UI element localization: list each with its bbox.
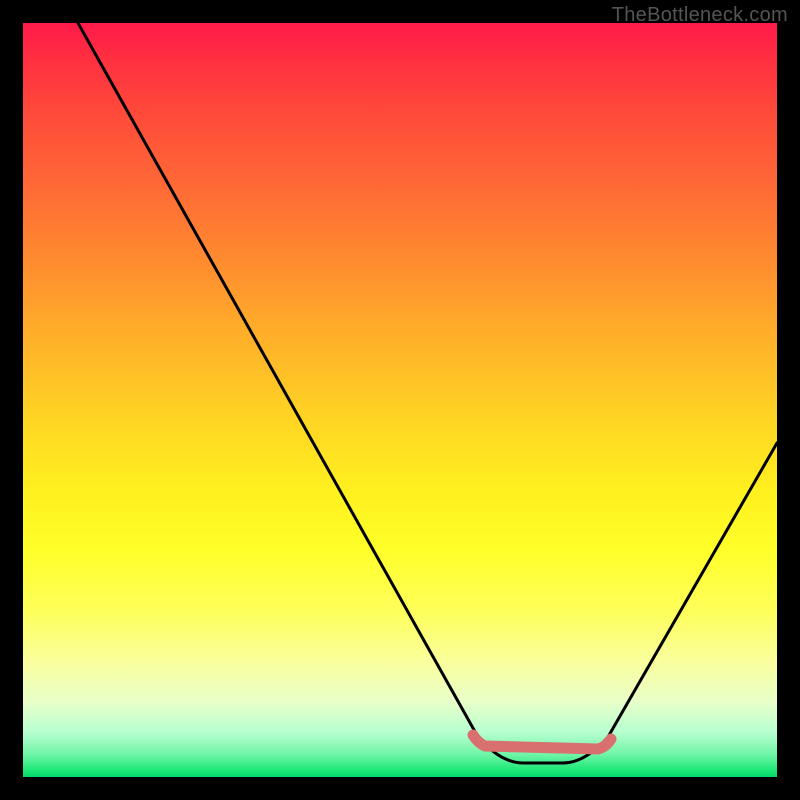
curves-svg	[23, 23, 777, 777]
bottleneck-curve	[78, 23, 777, 763]
plot-area	[23, 23, 777, 777]
watermark-text: TheBottleneck.com	[612, 4, 788, 27]
optimal-zone-marker	[473, 735, 611, 749]
